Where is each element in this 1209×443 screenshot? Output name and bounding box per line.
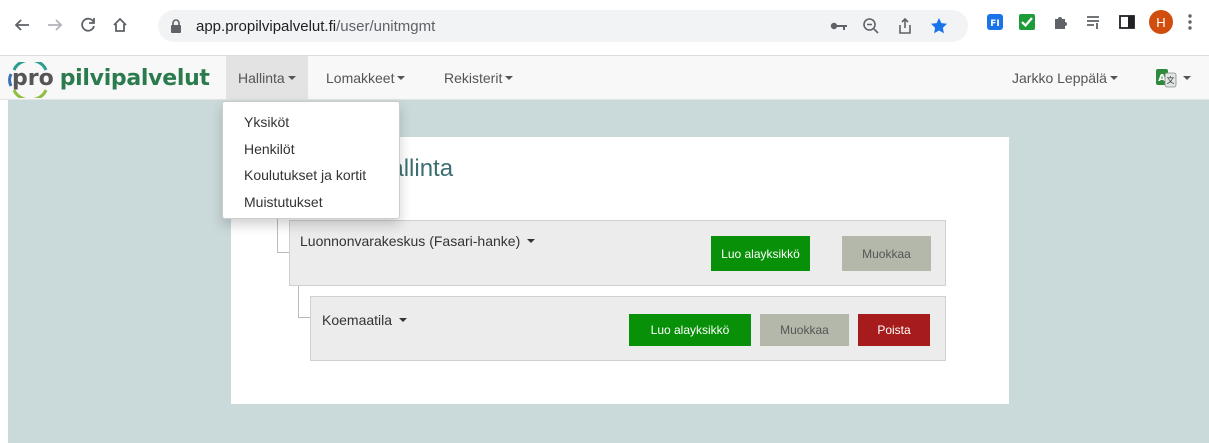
caret-down-icon	[397, 76, 406, 80]
dropdown-item-yksikot[interactable]: Yksiköt	[223, 109, 399, 136]
unit-name-dropdown[interactable]: Luonnonvarakeskus (Fasari-hanke)	[300, 233, 536, 249]
logo-prefix: pro	[8, 61, 56, 98]
nav-menu-label: Hallinta	[238, 70, 285, 86]
unit-row: Luonnonvarakeskus (Fasari-hanke) Luo ala…	[289, 220, 946, 286]
unit-name: Koemaatila	[322, 312, 393, 328]
user-name: Jarkko Leppälä	[1012, 70, 1107, 86]
nav-menu-rekisterit[interactable]: Rekisterit	[432, 56, 525, 100]
unit-name: Luonnonvarakeskus (Fasari-hanke)	[300, 233, 521, 249]
hallinta-dropdown-menu: Yksiköt Henkilöt Koulutukset ja kortit M…	[222, 101, 400, 219]
password-key-icon[interactable]	[830, 17, 848, 35]
language-menu[interactable]: A文	[1143, 56, 1203, 100]
address-bar[interactable]: app.propilvipalvelut.fi/user/unitmgmt	[158, 10, 968, 42]
edit-unit-button[interactable]: Muokkaa	[842, 236, 931, 271]
nav-menu-lomakkeet[interactable]: Lomakkeet	[314, 56, 417, 100]
app-navbar: pro pilvipalvelut Hallinta Lomakkeet Rek…	[0, 56, 1209, 100]
svg-text:FI: FI	[990, 19, 1000, 29]
logo-word: pilvipalvelut	[59, 65, 210, 91]
create-subunit-button[interactable]: Luo alayksikkö	[711, 236, 810, 271]
browser-toolbar: app.propilvipalvelut.fi/user/unitmgmt FI…	[0, 0, 1209, 56]
caret-down-icon	[1183, 76, 1191, 80]
tree-connector	[277, 252, 289, 253]
dropdown-item-koulutukset[interactable]: Koulutukset ja kortit	[223, 162, 399, 189]
profile-avatar[interactable]: H	[1149, 10, 1173, 34]
unit-row: Koemaatila Luo alayksikkö Muokkaa Poista	[310, 296, 946, 361]
reading-list-icon[interactable]	[1084, 12, 1104, 32]
url-text: app.propilvipalvelut.fi/user/unitmgmt	[196, 18, 436, 35]
bookmark-star-icon[interactable]	[930, 17, 948, 35]
caret-down-icon	[287, 76, 296, 80]
tree-connector	[298, 286, 299, 318]
extensions-puzzle-icon[interactable]	[1051, 12, 1071, 32]
tree-connector	[277, 213, 278, 253]
delete-unit-button[interactable]: Poista	[858, 314, 930, 346]
home-icon[interactable]	[108, 13, 132, 37]
tree-connector	[298, 317, 310, 318]
browser-menu-icon[interactable]	[1186, 12, 1194, 32]
forward-icon[interactable]	[43, 13, 67, 37]
user-menu[interactable]: Jarkko Leppälä	[1000, 56, 1130, 100]
checkbox-extension-icon[interactable]	[1017, 12, 1037, 32]
back-icon[interactable]	[10, 13, 34, 37]
caret-down-icon	[1109, 76, 1118, 80]
create-subunit-button[interactable]: Luo alayksikkö	[629, 314, 751, 346]
share-icon[interactable]	[896, 17, 914, 35]
dropdown-item-henkilot[interactable]: Henkilöt	[223, 136, 399, 163]
svg-text:文: 文	[1167, 75, 1175, 85]
translate-icon: A文	[1155, 68, 1177, 88]
edit-unit-button[interactable]: Muokkaa	[760, 314, 849, 346]
dropdown-item-muistutukset[interactable]: Muistutukset	[223, 189, 399, 216]
caret-down-icon	[527, 239, 536, 243]
nav-menu-label: Rekisterit	[444, 70, 503, 86]
caret-down-icon	[399, 318, 408, 322]
nav-menu-label: Lomakkeet	[326, 70, 395, 86]
side-panel-icon[interactable]	[1117, 12, 1137, 32]
lock-icon	[170, 19, 182, 38]
reload-icon[interactable]	[76, 13, 100, 37]
translate-extension-icon[interactable]: FI	[985, 12, 1005, 32]
app-logo[interactable]: pro pilvipalvelut	[8, 60, 210, 98]
profile-initial: H	[1156, 14, 1166, 30]
unit-name-dropdown[interactable]: Koemaatila	[322, 312, 408, 328]
zoom-icon[interactable]	[862, 17, 880, 35]
caret-down-icon	[505, 76, 514, 80]
nav-menu-hallinta[interactable]: Hallinta	[226, 56, 308, 100]
